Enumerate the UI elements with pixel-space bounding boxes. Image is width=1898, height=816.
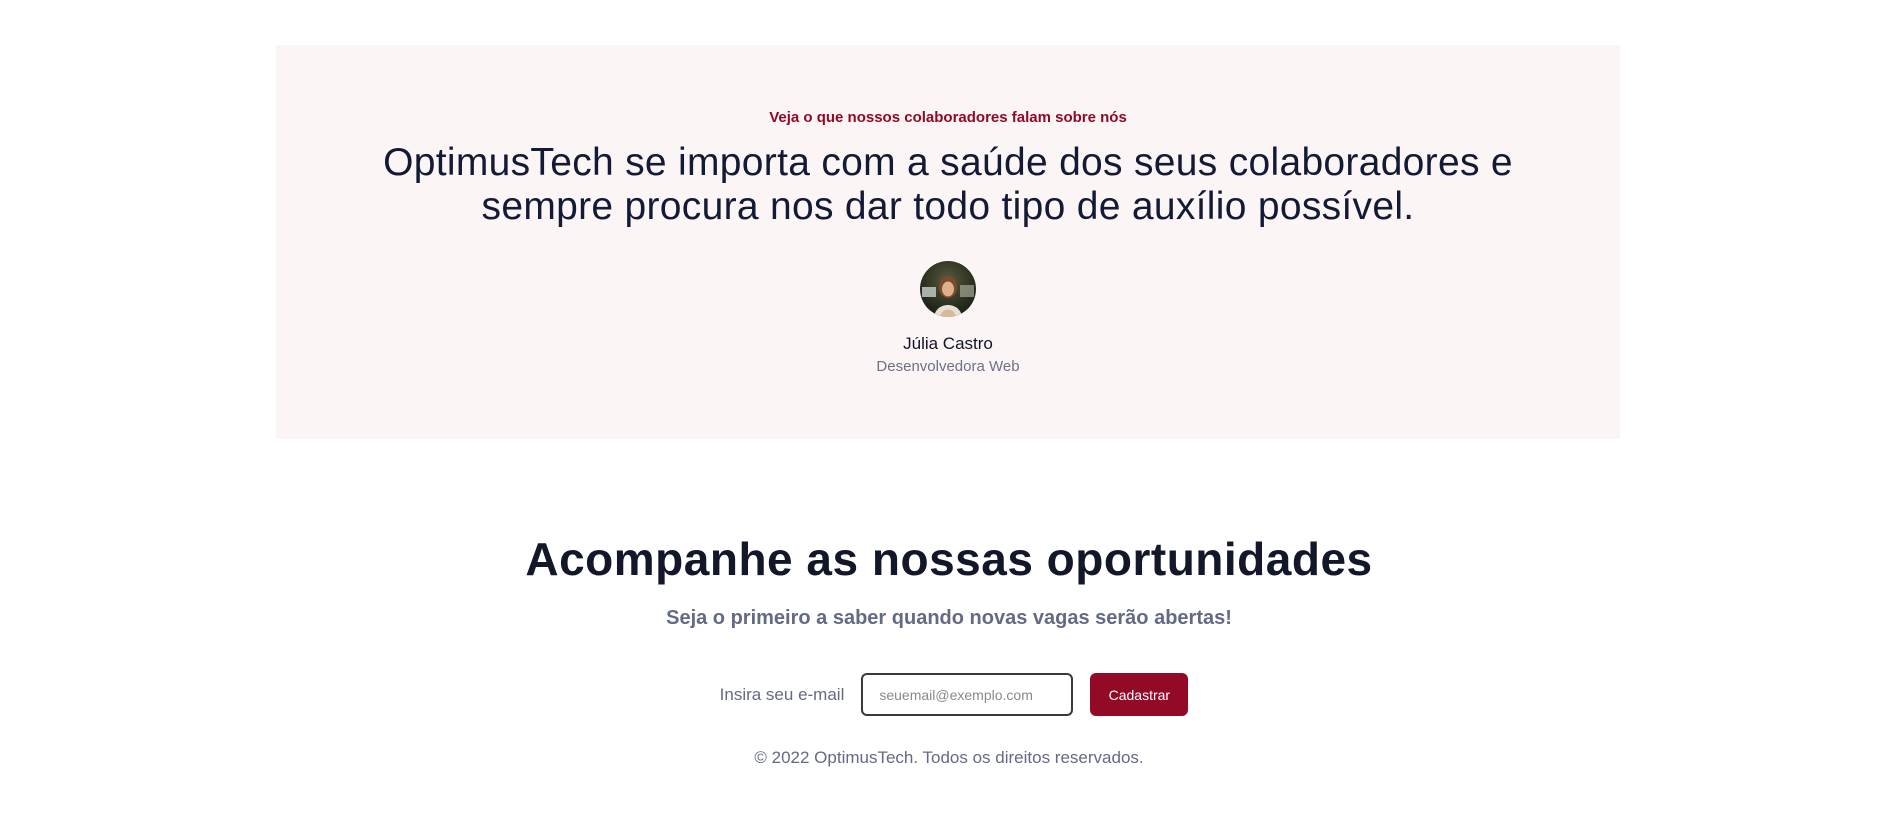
email-input[interactable] xyxy=(861,673,1074,716)
newsletter-title: Acompanhe as nossas oportunidades xyxy=(525,533,1373,585)
page: Veja o que nossos colaboradores falam so… xyxy=(0,0,1898,816)
testimonial-quote-line: OptimusTech se importa com a saúde dos s… xyxy=(383,141,1513,184)
newsletter-subtitle: Seja o primeiro a saber quando novas vag… xyxy=(666,607,1232,629)
subscribe-button[interactable]: Cadastrar xyxy=(1090,673,1189,716)
testimonial-section: Veja o que nossos colaboradores falam so… xyxy=(276,45,1620,439)
testimonial-quote: OptimusTech se importa com a saúde dos s… xyxy=(276,141,1620,229)
avatar xyxy=(920,261,976,317)
testimonial-author-role: Desenvolvedora Web xyxy=(876,358,1020,375)
testimonial-quote-line: sempre procura nos dar todo tipo de auxí… xyxy=(481,185,1415,228)
email-label: Insira seu e-mail xyxy=(719,684,845,704)
testimonial-eyebrow: Veja o que nossos colaboradores falam so… xyxy=(769,109,1127,126)
avatar-photo xyxy=(920,261,976,317)
footer-copyright: © 2022 OptimusTech. Todos os direitos re… xyxy=(754,748,1144,767)
newsletter-form: Insira seu e-mail Cadastrar xyxy=(0,673,1898,716)
testimonial-author-name: Júlia Castro xyxy=(903,334,993,353)
